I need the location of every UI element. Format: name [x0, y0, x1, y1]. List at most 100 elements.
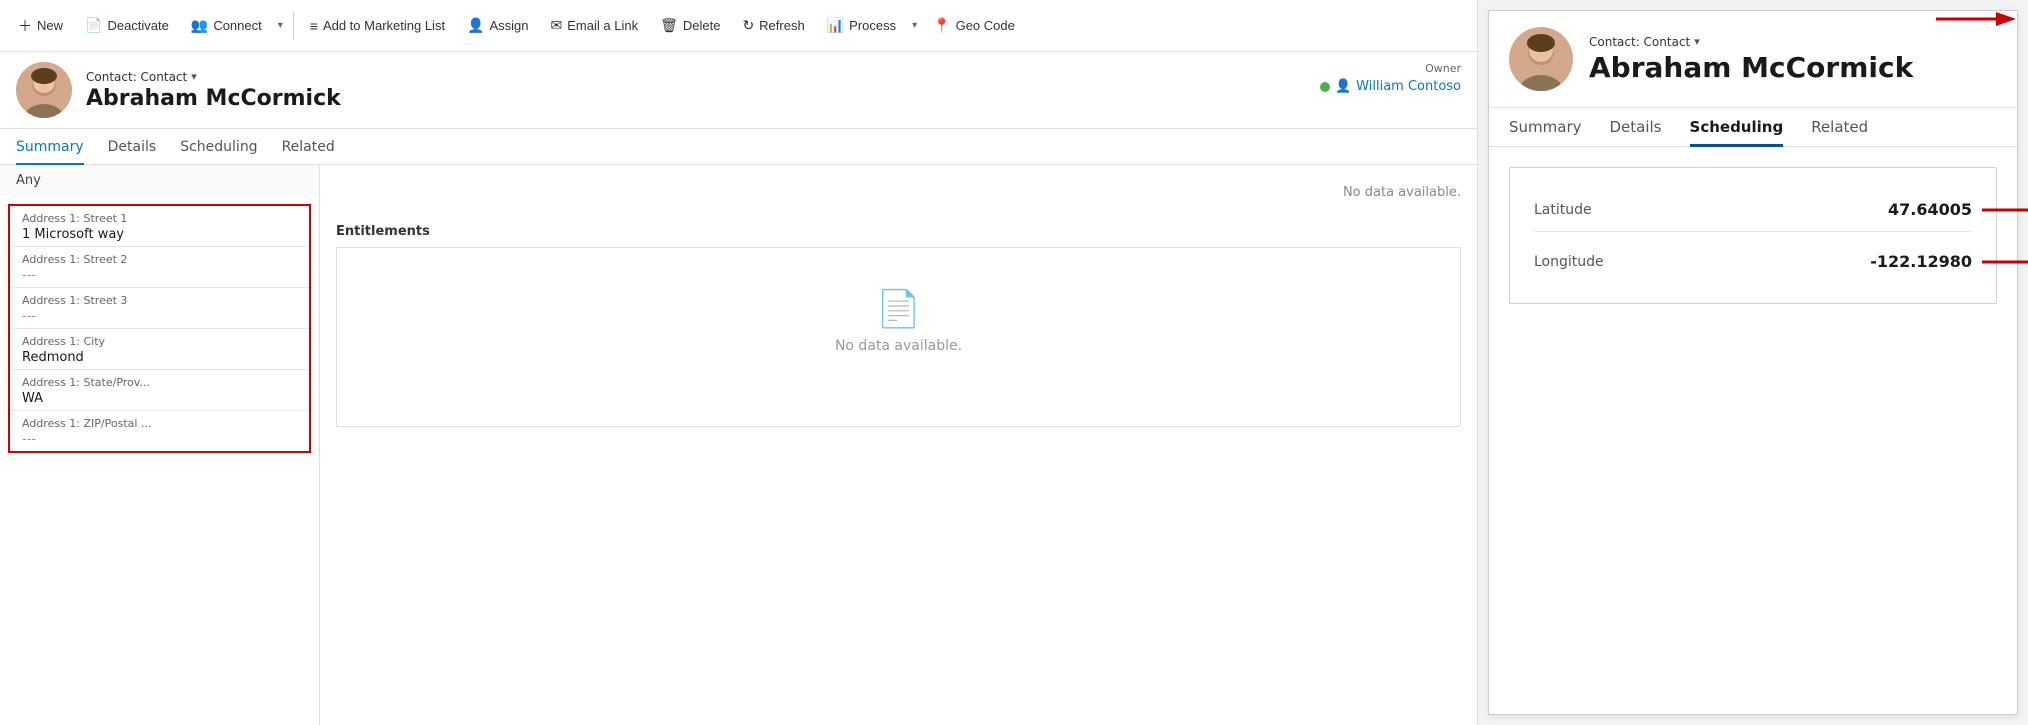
assign-button[interactable]: 👤 Assign	[457, 11, 538, 40]
state-field: Address 1: State/Prov... WA	[10, 370, 309, 411]
tab-details[interactable]: Details	[108, 129, 157, 165]
contact-name: Abraham McCormick	[86, 86, 1461, 111]
toolbar: ＋ New 📄 Deactivate 👥 Connect ▾ ≡ Add to …	[0, 0, 1477, 52]
entitlements-label: Entitlements	[336, 224, 1461, 239]
header-info: Contact: Contact ▾ Abraham McCormick	[86, 70, 1461, 111]
separator-1	[293, 12, 294, 40]
longitude-label: Longitude	[1534, 254, 1604, 270]
right-tabs-bar: Summary Details Scheduling Related	[1489, 108, 2017, 147]
assign-label: Assign	[490, 18, 529, 33]
process-label: Process	[849, 18, 896, 33]
marketing-icon: ≡	[310, 18, 318, 34]
process-button[interactable]: 📊 Process	[817, 11, 906, 40]
right-tab-related[interactable]: Related	[1811, 108, 1868, 147]
connect-icon: 👥	[191, 17, 208, 34]
right-record-header: Contact: Contact ▾ Abraham McCormick	[1489, 11, 2017, 108]
right-tab-summary[interactable]: Summary	[1509, 108, 1582, 147]
entitlements-empty-text: No data available.	[835, 338, 962, 354]
left-panel: ＋ New 📄 Deactivate 👥 Connect ▾ ≡ Add to …	[0, 0, 1478, 725]
city-label: Address 1: City	[22, 335, 297, 348]
delete-icon: 🗑	[660, 17, 678, 34]
connect-chevron[interactable]: ▾	[274, 14, 287, 37]
right-type-chevron[interactable]: ▾	[1694, 35, 1700, 48]
street3-label: Address 1: Street 3	[22, 294, 297, 307]
email-button[interactable]: ✉ Email a Link	[541, 11, 649, 40]
street1-label: Address 1: Street 1	[22, 212, 297, 225]
owner-status-dot	[1320, 82, 1330, 92]
email-icon: ✉	[551, 17, 563, 34]
longitude-value: -122.12980	[1870, 252, 1972, 271]
right-panel: Contact: Contact ▾ Abraham McCormick Sum…	[1488, 10, 2018, 715]
owner-name[interactable]: William Contoso	[1356, 79, 1461, 94]
connect-button[interactable]: 👥 Connect	[181, 11, 272, 40]
no-data-text: No data available.	[336, 177, 1461, 208]
street2-value: ---	[22, 268, 297, 283]
scheduling-content: Latitude 47.64005 Longitude -122.12980	[1489, 147, 2017, 714]
city-value: Redmond	[22, 350, 297, 365]
record-header: Contact: Contact ▾ Abraham McCormick Own…	[0, 52, 1477, 129]
delete-button[interactable]: 🗑 Delete	[650, 11, 730, 40]
any-header: Any	[0, 165, 319, 196]
process-icon: 📊	[827, 17, 844, 34]
right-contact-type: Contact: Contact ▾	[1589, 35, 1997, 49]
right-header-info: Contact: Contact ▾ Abraham McCormick	[1589, 35, 1997, 84]
tab-related[interactable]: Related	[282, 129, 335, 165]
main-content: Any Address 1: Street 1 1 Microsoft way …	[0, 165, 1477, 725]
street1-value: 1 Microsoft way	[22, 227, 297, 242]
process-chevron[interactable]: ▾	[908, 14, 921, 37]
delete-label: Delete	[683, 18, 721, 33]
latitude-value: 47.64005	[1888, 200, 1972, 219]
deactivate-button[interactable]: 📄 Deactivate	[75, 11, 179, 40]
state-label: Address 1: State/Prov...	[22, 376, 297, 389]
geo-card: Latitude 47.64005 Longitude -122.12980	[1509, 167, 1997, 304]
right-tab-details[interactable]: Details	[1610, 108, 1662, 147]
tab-scheduling[interactable]: Scheduling	[180, 129, 257, 165]
address-section: Address 1: Street 1 1 Microsoft way Addr…	[8, 204, 311, 453]
longitude-row: Longitude -122.12980	[1534, 240, 1972, 283]
right-tab-scheduling[interactable]: Scheduling	[1690, 108, 1784, 147]
latitude-label: Latitude	[1534, 202, 1592, 218]
latitude-row: Latitude 47.64005	[1534, 188, 1972, 232]
city-field: Address 1: City Redmond	[10, 329, 309, 370]
street3-value: ---	[22, 309, 297, 324]
new-button[interactable]: ＋ New	[8, 10, 73, 42]
longitude-arrow	[1982, 250, 2028, 274]
type-chevron[interactable]: ▾	[191, 70, 197, 83]
user-icon: 👤	[1335, 79, 1351, 94]
plus-icon: ＋	[18, 16, 32, 36]
refresh-button[interactable]: ↻ Refresh	[732, 11, 814, 40]
street2-field: Address 1: Street 2 ---	[10, 247, 309, 288]
street2-label: Address 1: Street 2	[22, 253, 297, 266]
geocode-label: Geo Code	[956, 18, 1015, 33]
owner-label: Owner	[1320, 62, 1461, 75]
latitude-arrow	[1982, 198, 2028, 222]
zip-label: Address 1: ZIP/Postal ...	[22, 417, 297, 430]
tab-summary[interactable]: Summary	[16, 129, 84, 165]
entitlements-empty: 📄 No data available.	[337, 248, 1460, 394]
zip-value: ---	[22, 432, 297, 447]
deactivate-icon: 📄	[85, 17, 102, 34]
connect-label: Connect	[213, 18, 261, 33]
marketing-label: Add to Marketing List	[323, 18, 445, 33]
owner-section: Owner 👤 William Contoso	[1320, 62, 1461, 94]
right-column: No data available. Entitlements 📄 No dat…	[320, 165, 1477, 725]
deactivate-label: Deactivate	[107, 18, 168, 33]
entitlements-box: 📄 No data available.	[336, 247, 1461, 427]
geocode-button[interactable]: 📍 Geo Code	[923, 11, 1025, 40]
zip-field: Address 1: ZIP/Postal ... ---	[10, 411, 309, 451]
right-avatar	[1509, 27, 1573, 91]
assign-icon: 👤	[467, 17, 484, 34]
street3-field: Address 1: Street 3 ---	[10, 288, 309, 329]
right-contact-name: Abraham McCormick	[1589, 51, 1997, 84]
marketing-button[interactable]: ≡ Add to Marketing List	[300, 12, 455, 40]
contact-type-text: Contact: Contact	[86, 70, 187, 84]
document-icon: 📄	[876, 288, 921, 330]
tabs-bar: Summary Details Scheduling Related	[0, 129, 1477, 165]
address-column: Any Address 1: Street 1 1 Microsoft way …	[0, 165, 320, 725]
email-label: Email a Link	[567, 18, 638, 33]
refresh-icon: ↻	[742, 17, 754, 34]
state-value: WA	[22, 391, 297, 406]
right-contact-type-text: Contact: Contact	[1589, 35, 1690, 49]
contact-type: Contact: Contact ▾	[86, 70, 1461, 84]
avatar	[16, 62, 72, 118]
